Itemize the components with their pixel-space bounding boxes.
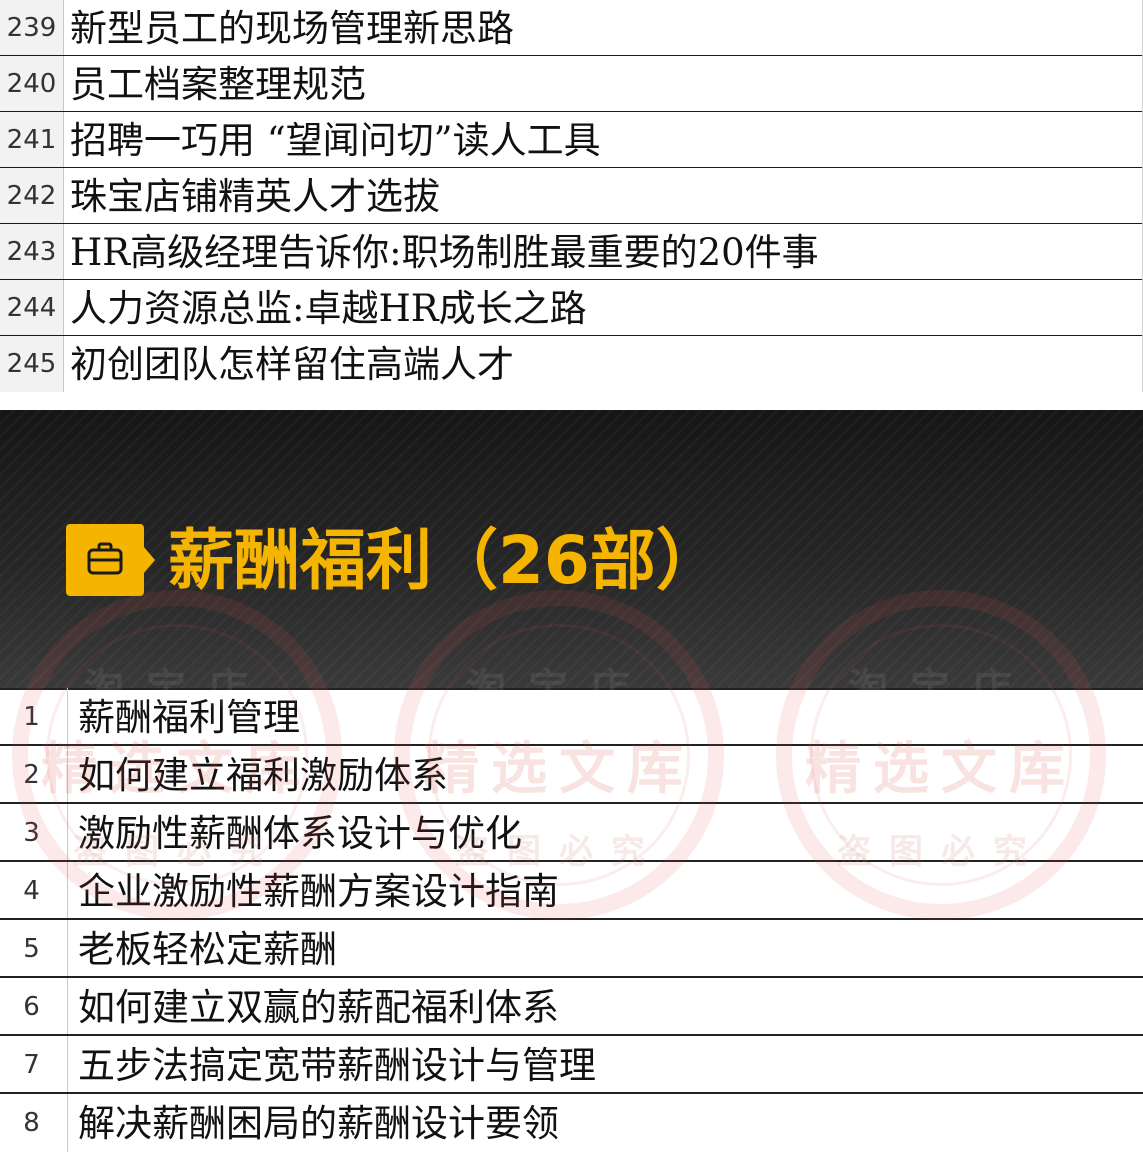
- cell-text[interactable]: 珠宝店铺精英人才选拔: [70, 168, 440, 223]
- cell-text[interactable]: HR高级经理告诉你:职场制胜最重要的20件事: [70, 224, 819, 279]
- row-number: 8: [0, 1094, 68, 1152]
- row-number: 5: [0, 920, 68, 976]
- cell-text[interactable]: 五步法搞定宽带薪酬设计与管理: [78, 1036, 596, 1092]
- row-number: 7: [0, 1036, 68, 1092]
- cell-text[interactable]: 如何建立福利激励体系: [78, 746, 448, 802]
- cell-text[interactable]: 招聘一巧用 “望闻问切”读人工具: [70, 112, 601, 167]
- top-sheet: 239 新型员工的现场管理新思路 240 员工档案整理规范 241 招聘一巧用 …: [0, 0, 1143, 392]
- row-number: 2: [0, 746, 68, 802]
- row-number: 243: [0, 224, 64, 279]
- row-number: 241: [0, 112, 64, 167]
- row-number: 240: [0, 56, 64, 111]
- table-row[interactable]: 243 HR高级经理告诉你:职场制胜最重要的20件事: [0, 224, 1143, 280]
- cell-text[interactable]: 员工档案整理规范: [70, 56, 366, 111]
- table-row[interactable]: 244 人力资源总监:卓越HR成长之路: [0, 280, 1143, 336]
- row-number: 245: [0, 336, 64, 392]
- table-row[interactable]: 1 薪酬福利管理: [0, 688, 1143, 746]
- cell-text[interactable]: 人力资源总监:卓越HR成长之路: [70, 280, 587, 335]
- table-row[interactable]: 6 如何建立双赢的薪配福利体系: [0, 978, 1143, 1036]
- table-row[interactable]: 7 五步法搞定宽带薪酬设计与管理: [0, 1036, 1143, 1094]
- table-row[interactable]: 239 新型员工的现场管理新思路: [0, 0, 1143, 56]
- table-row[interactable]: 3 激励性薪酬体系设计与优化: [0, 804, 1143, 862]
- cell-text[interactable]: 如何建立双赢的薪配福利体系: [78, 978, 559, 1034]
- table-row[interactable]: 8 解决薪酬困局的薪酬设计要领: [0, 1094, 1143, 1152]
- table-row[interactable]: 2 如何建立福利激励体系: [0, 746, 1143, 804]
- badge-pointer: [143, 546, 155, 574]
- section-title: 薪酬福利（26部）: [168, 522, 722, 599]
- section-banner: 薪酬福利（26部）: [0, 410, 1143, 688]
- cell-text[interactable]: 激励性薪酬体系设计与优化: [78, 804, 522, 860]
- table-row[interactable]: 4 企业激励性薪酬方案设计指南: [0, 862, 1143, 920]
- row-number: 242: [0, 168, 64, 223]
- row-number: 244: [0, 280, 64, 335]
- row-number: 6: [0, 978, 68, 1034]
- cell-text[interactable]: 新型员工的现场管理新思路: [70, 0, 514, 55]
- table-row[interactable]: 245 初创团队怎样留住高端人才: [0, 336, 1143, 392]
- table-row[interactable]: 240 员工档案整理规范: [0, 56, 1143, 112]
- table-row[interactable]: 242 珠宝店铺精英人才选拔: [0, 168, 1143, 224]
- cell-text[interactable]: 解决薪酬困局的薪酬设计要领: [78, 1094, 559, 1152]
- cell-text[interactable]: 薪酬福利管理: [78, 688, 300, 744]
- row-number: 1: [0, 688, 68, 744]
- cell-text[interactable]: 企业激励性薪酬方案设计指南: [78, 862, 559, 918]
- briefcase-icon: [87, 542, 123, 575]
- section-badge: [66, 524, 144, 596]
- bottom-sheet: 1 薪酬福利管理 2 如何建立福利激励体系 3 激励性薪酬体系设计与优化 4 企…: [0, 688, 1143, 1152]
- row-number: 239: [0, 0, 64, 55]
- table-row[interactable]: 5 老板轻松定薪酬: [0, 920, 1143, 978]
- row-number: 4: [0, 862, 68, 918]
- row-number: 3: [0, 804, 68, 860]
- table-row[interactable]: 241 招聘一巧用 “望闻问切”读人工具: [0, 112, 1143, 168]
- cell-text[interactable]: 初创团队怎样留住高端人才: [70, 336, 514, 392]
- cell-text[interactable]: 老板轻松定薪酬: [78, 920, 337, 976]
